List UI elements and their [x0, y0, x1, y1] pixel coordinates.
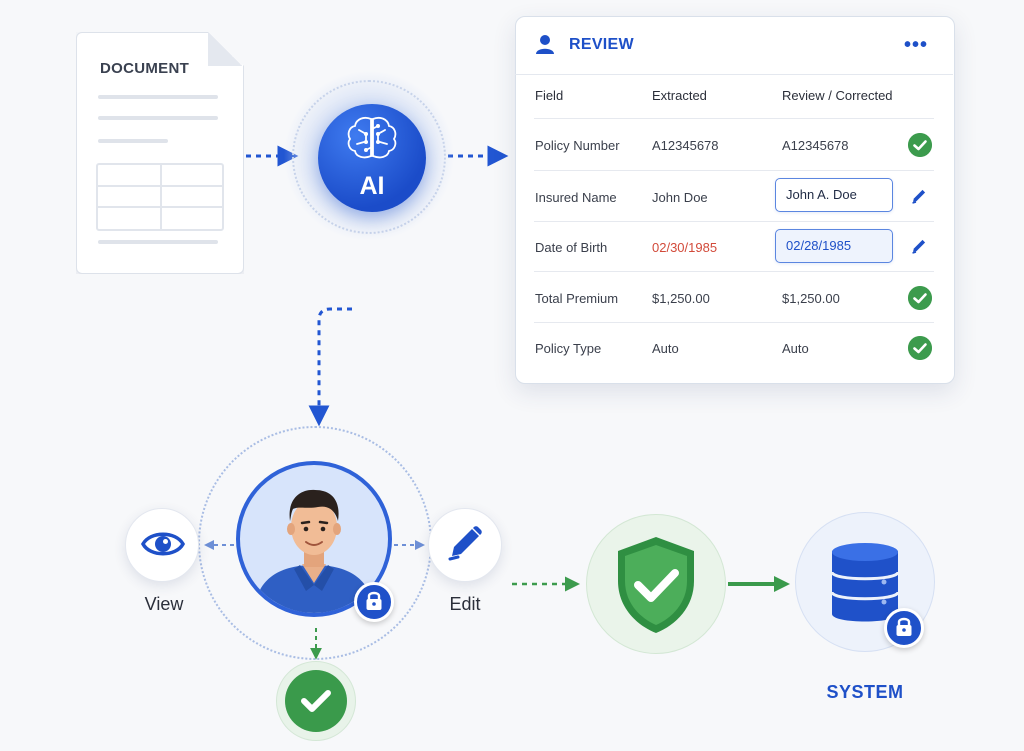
date-of-birth-input[interactable]: 02/28/1985 — [775, 229, 893, 263]
brain-icon — [347, 116, 397, 159]
row-extracted-total-premium: $1,250.00 — [652, 291, 710, 306]
lock-icon — [896, 617, 912, 636]
column-header-field: Field — [535, 88, 564, 103]
check-icon — [301, 690, 331, 712]
view-label: View — [144, 594, 184, 614]
check-icon — [908, 133, 932, 157]
eye-icon — [141, 532, 185, 556]
row-field-policy-type: Policy Type — [535, 341, 602, 356]
document-text-line — [98, 240, 218, 244]
lock-icon — [366, 591, 382, 610]
document-fold — [208, 32, 242, 66]
row-extracted-date-of-birth-error: 02/30/1985 — [652, 240, 718, 255]
row-corrected-total-premium: $1,250.00 — [782, 291, 840, 306]
row-divider — [534, 271, 934, 272]
row-extracted-insured-name: John Doe — [652, 190, 708, 205]
review-title: REVIEW — [569, 36, 634, 53]
check-icon — [908, 336, 932, 360]
row-corrected-policy-number: A12345678 — [782, 138, 849, 153]
shield-check-icon — [618, 537, 694, 633]
review-to-user-arrow — [308, 307, 352, 427]
document-text-line — [98, 139, 168, 143]
column-header-corrected: Review / Corrected — [782, 88, 893, 103]
row-field-total-premium: Total Premium — [535, 291, 619, 306]
row-divider — [534, 221, 934, 222]
row-divider — [534, 170, 934, 171]
edit-label: Edit — [449, 594, 481, 614]
row-field-insured-name: Insured Name — [535, 190, 617, 205]
row-extracted-policy-type: Auto — [652, 341, 679, 356]
row-field-policy-number: Policy Number — [535, 138, 620, 153]
ellipsis-icon[interactable]: ••• — [904, 34, 928, 57]
document-text-line — [98, 116, 218, 120]
pencil-icon — [448, 526, 482, 561]
row-field-date-of-birth: Date of Birth — [535, 240, 608, 255]
user-icon — [536, 35, 554, 54]
row-extracted-policy-number: A12345678 — [652, 138, 719, 153]
check-icon — [908, 286, 932, 310]
document-text-line — [98, 95, 218, 99]
row-divider — [534, 118, 934, 119]
pencil-icon[interactable] — [910, 187, 928, 205]
system-label: SYSTEM — [826, 682, 904, 702]
row-divider — [534, 322, 934, 323]
row-corrected-policy-type: Auto — [782, 341, 809, 356]
insured-name-input[interactable]: John A. Doe — [775, 178, 893, 212]
column-header-extracted: Extracted — [652, 88, 707, 103]
ai-label: AI — [359, 172, 385, 200]
document-table — [96, 163, 224, 231]
pencil-icon[interactable] — [910, 237, 928, 255]
document-title: DOCUMENT — [100, 60, 190, 77]
